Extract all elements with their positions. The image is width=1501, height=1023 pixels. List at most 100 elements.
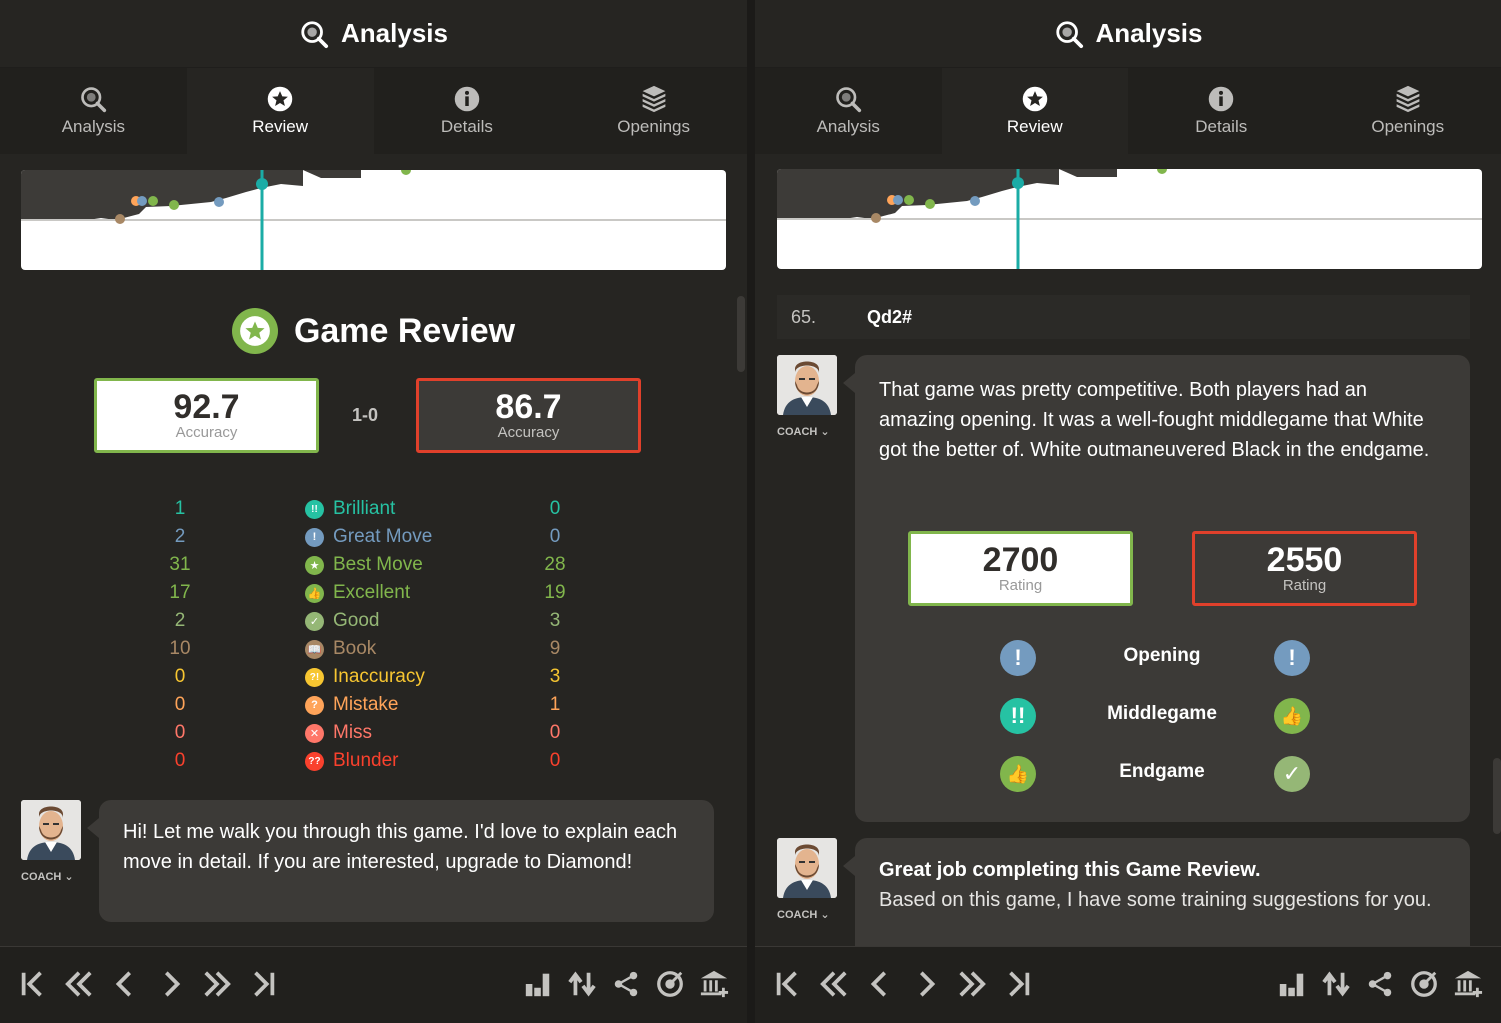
classification-row[interactable]: 31 ★ Best Move 28 [0,554,747,582]
fast-forward-icon[interactable] [202,969,232,999]
classification-label: Great Move [333,526,433,547]
coach-message: That game was pretty competitive. Both p… [879,379,1430,461]
black-count: 3 [549,666,561,687]
tab-review[interactable]: Review [941,68,1128,154]
graph-current-move-marker[interactable] [256,178,268,190]
target-icon[interactable] [1409,969,1439,999]
white-count: 0 [174,722,186,743]
first-move-icon[interactable] [18,969,48,999]
phase-label: Endgame [1119,761,1205,782]
star-icon [266,85,294,113]
tab-details[interactable]: Details [374,68,561,154]
classification-row[interactable]: 17 👍 Excellent 19 [0,582,747,610]
classification-icon: ?? [305,751,324,771]
accuracy-label: Accuracy [175,424,238,441]
classification-label: Miss [333,722,373,743]
evaluation-graph[interactable] [21,170,726,270]
tab-bar: Analysis Review Details Openings [755,68,1501,154]
next-move-icon[interactable] [911,969,941,999]
coach-label[interactable]: COACH ⌄ [777,425,837,438]
classification-row[interactable]: 2 ✓ Good 3 [0,610,747,638]
first-move-icon[interactable] [773,969,803,999]
graph-point-best [1157,169,1167,174]
library-add-icon[interactable] [699,969,729,999]
rewind-icon[interactable] [64,969,94,999]
coach-training-title: Great job completing this Game Review. [879,859,1261,881]
classification-icon: ! [305,527,324,547]
last-move-icon[interactable] [1003,969,1033,999]
classification-label-wrap: ✕ Miss [305,722,372,744]
black-rating-box: 2550 Rating [1192,531,1417,606]
bar-chart-icon[interactable] [523,969,553,999]
coach-label[interactable]: COACH ⌄ [21,870,81,883]
tab-details[interactable]: Details [1128,68,1315,154]
share-icon[interactable] [1365,969,1395,999]
white-accuracy-value: 92.7 [173,388,240,426]
classification-label-wrap: ?! Inaccuracy [305,666,425,688]
current-move-row[interactable]: 65. Qd2# [777,295,1470,339]
target-icon[interactable] [655,969,685,999]
share-icon[interactable] [611,969,641,999]
classification-row[interactable]: 0 ✕ Miss 0 [0,722,747,750]
classification-label-wrap: ?? Blunder [305,750,399,772]
classification-row[interactable]: 1!! Brilliant 0 [0,498,747,526]
last-move-icon[interactable] [248,969,278,999]
tab-analysis[interactable]: Analysis [755,68,942,154]
tab-label: Details [440,117,493,136]
tab-label: Openings [617,117,691,136]
left-analysis-panel: Analysis Analysis Review Details Opening… [0,0,747,1023]
evaluation-graph-svg [777,169,1482,269]
classification-row[interactable]: 10 📖 Book 9 [0,638,747,666]
classification-row[interactable]: 2! Great Move 0 [0,526,747,554]
tab-openings[interactable]: Openings [560,68,747,154]
classification-row[interactable]: 0?? Blunder 0 [0,750,747,778]
flip-board-icon[interactable] [1321,969,1351,999]
info-icon [1207,85,1235,113]
classification-row[interactable]: 0 ?! Inaccuracy 3 [0,666,747,694]
black-count: 0 [549,498,561,519]
coach-avatar[interactable]: COACH ⌄ [777,355,837,438]
tab-analysis[interactable]: Analysis [0,68,187,154]
classification-icon: ✓ [305,611,324,631]
move-san[interactable]: Qd2# [867,307,912,328]
black-accuracy-value: 86.7 [495,388,562,426]
tab-openings[interactable]: Openings [1315,68,1501,154]
bottom-toolbar [0,946,747,1023]
evaluation-graph[interactable] [777,169,1482,269]
classification-row[interactable]: 0? Mistake 1 [0,694,747,722]
classification-label: Blunder [333,750,399,771]
coach-avatar[interactable]: COACH ⌄ [777,838,837,921]
white-count: 0 [174,750,186,771]
coach-avatar[interactable]: COACH ⌄ [21,800,81,883]
rewind-icon[interactable] [819,969,849,999]
scrollbar[interactable] [1493,758,1501,834]
graph-point-best [925,199,935,209]
tab-label: Review [1006,117,1063,136]
coach-avatar-image [777,838,837,898]
black-accuracy-box: 86.7 Accuracy [416,378,641,453]
flip-board-icon[interactable] [567,969,597,999]
phase-label: Middlegame [1107,703,1217,724]
classification-icon: ?! [305,667,324,687]
excellent-icon: 👍 [1000,756,1036,792]
coach-label[interactable]: COACH ⌄ [777,908,837,921]
previous-move-icon[interactable] [110,969,140,999]
fast-forward-icon[interactable] [957,969,987,999]
tab-label: Openings [1371,117,1445,136]
next-move-icon[interactable] [156,969,186,999]
bar-chart-icon[interactable] [1277,969,1307,999]
graph-current-move-marker[interactable] [1012,177,1024,189]
white-count: 2 [174,526,186,547]
magnifier-icon [299,19,329,49]
classification-label: Excellent [333,582,411,603]
book-stack-icon [1394,85,1422,113]
white-count: 0 [174,666,186,687]
previous-move-icon[interactable] [865,969,895,999]
game-result: 1-0 [352,405,379,425]
black-count: 0 [549,526,561,547]
library-add-icon[interactable] [1453,969,1483,999]
tab-review[interactable]: Review [186,68,374,154]
graph-point-great [137,196,147,206]
star-icon [1021,85,1049,113]
classification-icon: !! [305,499,324,519]
